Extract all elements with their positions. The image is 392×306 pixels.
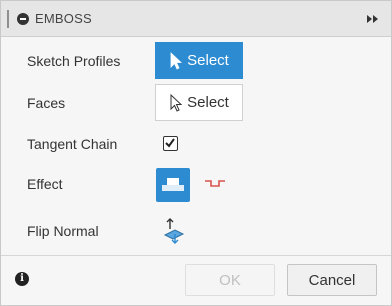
info-icon[interactable]: i bbox=[15, 272, 29, 286]
cursor-arrow-icon bbox=[170, 51, 183, 70]
checkmark-icon bbox=[165, 138, 175, 148]
ok-button[interactable]: OK bbox=[185, 264, 275, 296]
dialog-title: EMBOSS bbox=[35, 11, 92, 26]
sketch-profiles-select-button[interactable]: Select bbox=[155, 42, 243, 79]
cursor-arrow-icon bbox=[170, 93, 183, 112]
dialog-footer: i OK Cancel bbox=[1, 255, 391, 305]
emboss-effect-button[interactable] bbox=[156, 168, 190, 202]
effect-label: Effect bbox=[27, 176, 63, 192]
expand-icon[interactable] bbox=[365, 12, 381, 26]
flip-normal-label: Flip Normal bbox=[27, 223, 99, 239]
cancel-button[interactable]: Cancel bbox=[287, 264, 377, 296]
tangent-chain-checkbox[interactable] bbox=[163, 136, 178, 151]
select-label: Select bbox=[187, 52, 229, 69]
faces-select-button[interactable]: Select bbox=[155, 84, 243, 121]
drag-handle[interactable] bbox=[7, 10, 9, 28]
select-label: Select bbox=[187, 94, 229, 111]
emboss-dialog: EMBOSS Sketch Profiles Select Faces Sele… bbox=[0, 0, 392, 306]
sketch-profiles-label: Sketch Profiles bbox=[27, 53, 121, 69]
dialog-titlebar[interactable]: EMBOSS bbox=[1, 1, 391, 37]
flip-normal-icon[interactable] bbox=[161, 217, 187, 245]
emboss-icon bbox=[162, 178, 184, 191]
deboss-icon[interactable] bbox=[204, 177, 226, 191]
collapse-icon[interactable] bbox=[17, 13, 29, 25]
faces-label: Faces bbox=[27, 95, 66, 111]
tangent-chain-label: Tangent Chain bbox=[27, 136, 118, 152]
